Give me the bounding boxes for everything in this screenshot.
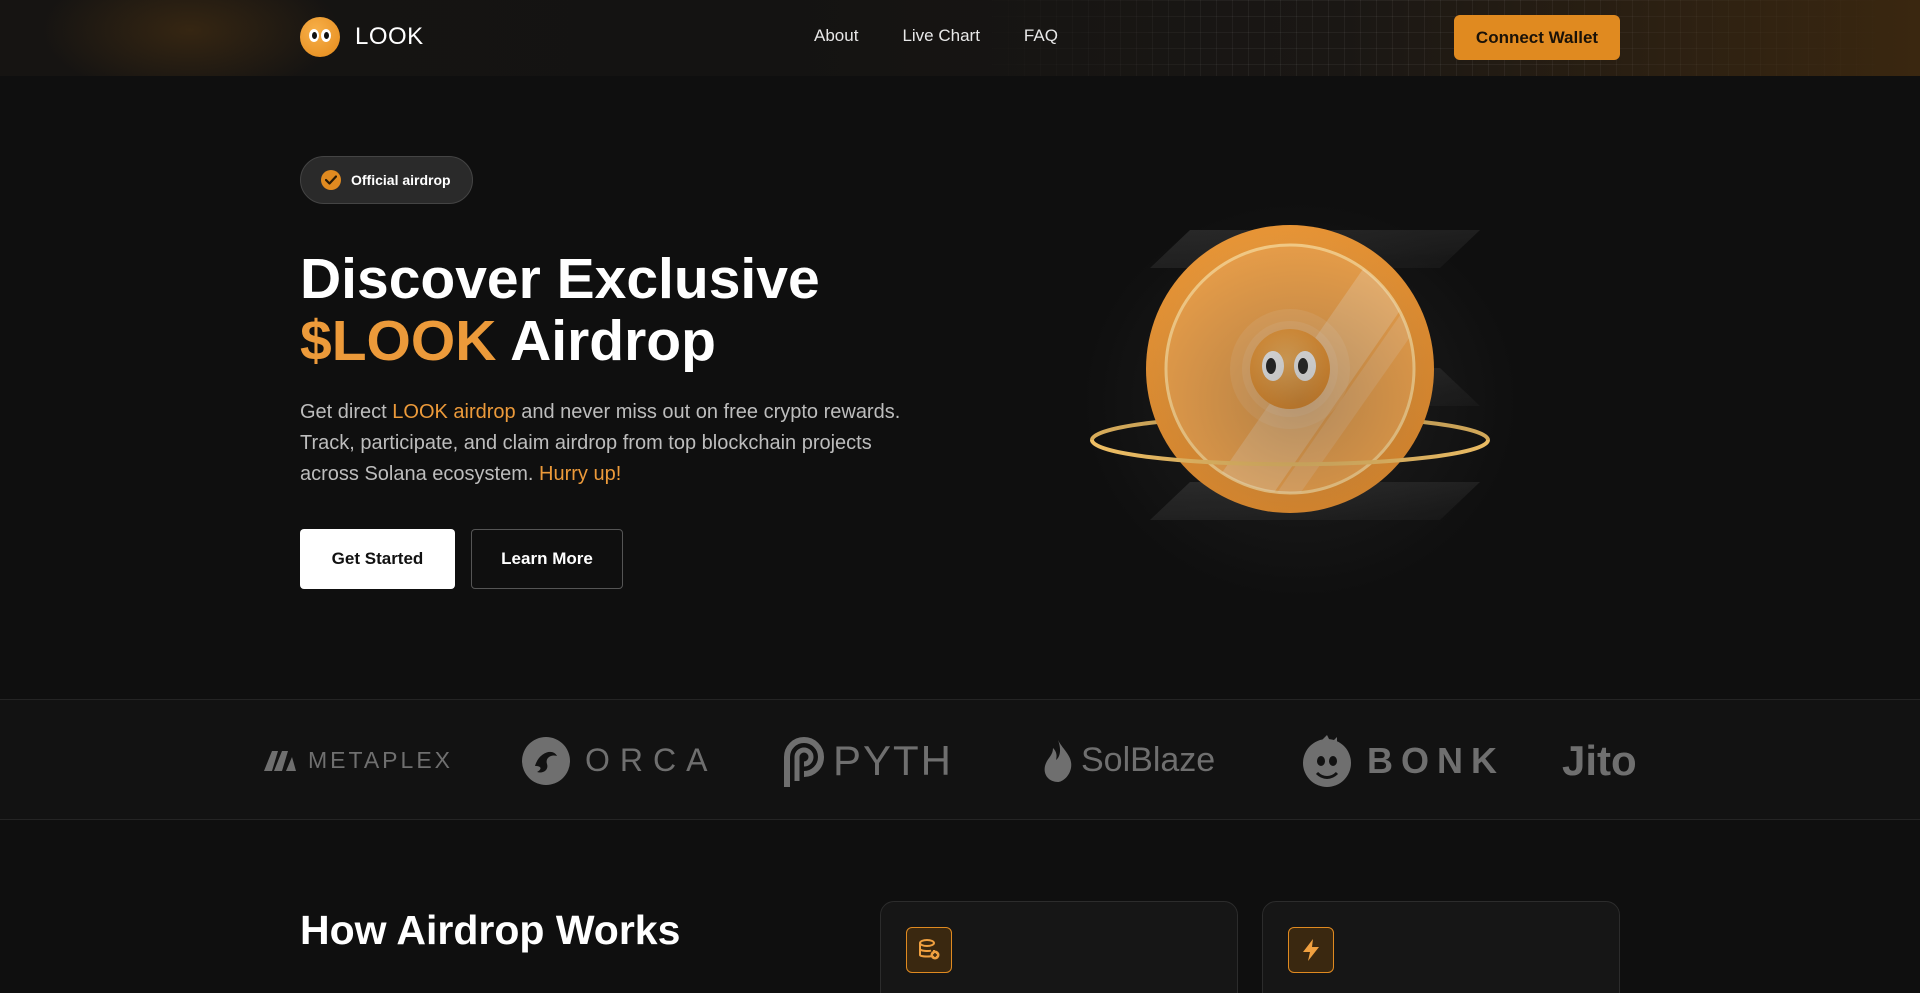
hero-desc-accent: LOOK airdrop [392, 401, 516, 423]
bonk-dog-icon [1303, 734, 1351, 787]
partner-pyth: PYTH [781, 700, 953, 821]
how-step-card-2 [1262, 901, 1620, 993]
lightning-icon [1288, 927, 1334, 973]
nav-link-faq[interactable]: FAQ [1024, 26, 1058, 46]
partner-metaplex: METAPLEX [262, 700, 453, 821]
orca-icon [522, 736, 570, 785]
logo-link[interactable]: LOOK [300, 17, 424, 57]
partner-name-metaplex: METAPLEX [308, 747, 453, 773]
logo-text: LOOK [355, 23, 424, 50]
look-coin-illustration [1040, 170, 1560, 610]
pyth-icon [784, 736, 824, 787]
badge-label: Official airdrop [351, 172, 451, 188]
hero-title-line1: Discover Exclusive [300, 247, 820, 311]
partner-solblaze: SolBlaze [1041, 700, 1215, 821]
partner-name-bonk: BONK [1367, 739, 1505, 781]
hero-desc-cta: Hurry up! [539, 463, 622, 485]
partner-orca: ORCA [521, 700, 717, 821]
connect-wallet-button[interactable]: Connect Wallet [1454, 15, 1620, 60]
main-nav: About Live Chart FAQ [814, 26, 1058, 46]
hero-description: Get direct LOOK airdrop and never miss o… [300, 397, 910, 490]
logo-eyes-icon [300, 17, 340, 57]
official-airdrop-badge: Official airdrop [300, 156, 473, 204]
partner-name-orca: ORCA [585, 742, 718, 778]
coin-stack-icon [906, 927, 952, 973]
nav-link-about[interactable]: About [814, 26, 858, 46]
metaplex-icon [264, 750, 296, 771]
how-airdrop-works-title: How Airdrop Works [300, 907, 681, 953]
flame-icon [1044, 739, 1072, 782]
partner-jito: Jito [1562, 700, 1637, 821]
site-header: LOOK About Live Chart FAQ Connect Wallet [0, 0, 1920, 76]
get-started-button[interactable]: Get Started [300, 529, 455, 589]
partner-name-pyth: PYTH [833, 736, 954, 784]
partner-name-solblaze: SolBlaze [1081, 741, 1216, 779]
how-step-card-1 [880, 901, 1238, 993]
hero-title: Discover Exclusive $LOOK Airdrop [300, 248, 940, 372]
hero-desc-part1: Get direct [300, 401, 393, 423]
hero-title-accent: $LOOK [300, 309, 497, 373]
learn-more-button[interactable]: Learn More [471, 529, 623, 589]
hero-title-rest: Airdrop [496, 309, 716, 373]
partners-strip: METAPLEX ORCA PYTH SolBlaze BONK Jito [0, 699, 1920, 820]
partner-bonk: BONK [1301, 700, 1505, 821]
header-grid-pattern [960, 0, 1920, 76]
verified-check-icon [321, 170, 341, 190]
nav-link-live-chart[interactable]: Live Chart [902, 26, 979, 46]
partner-name-jito: Jito [1562, 736, 1637, 784]
header-glow [40, 0, 340, 76]
